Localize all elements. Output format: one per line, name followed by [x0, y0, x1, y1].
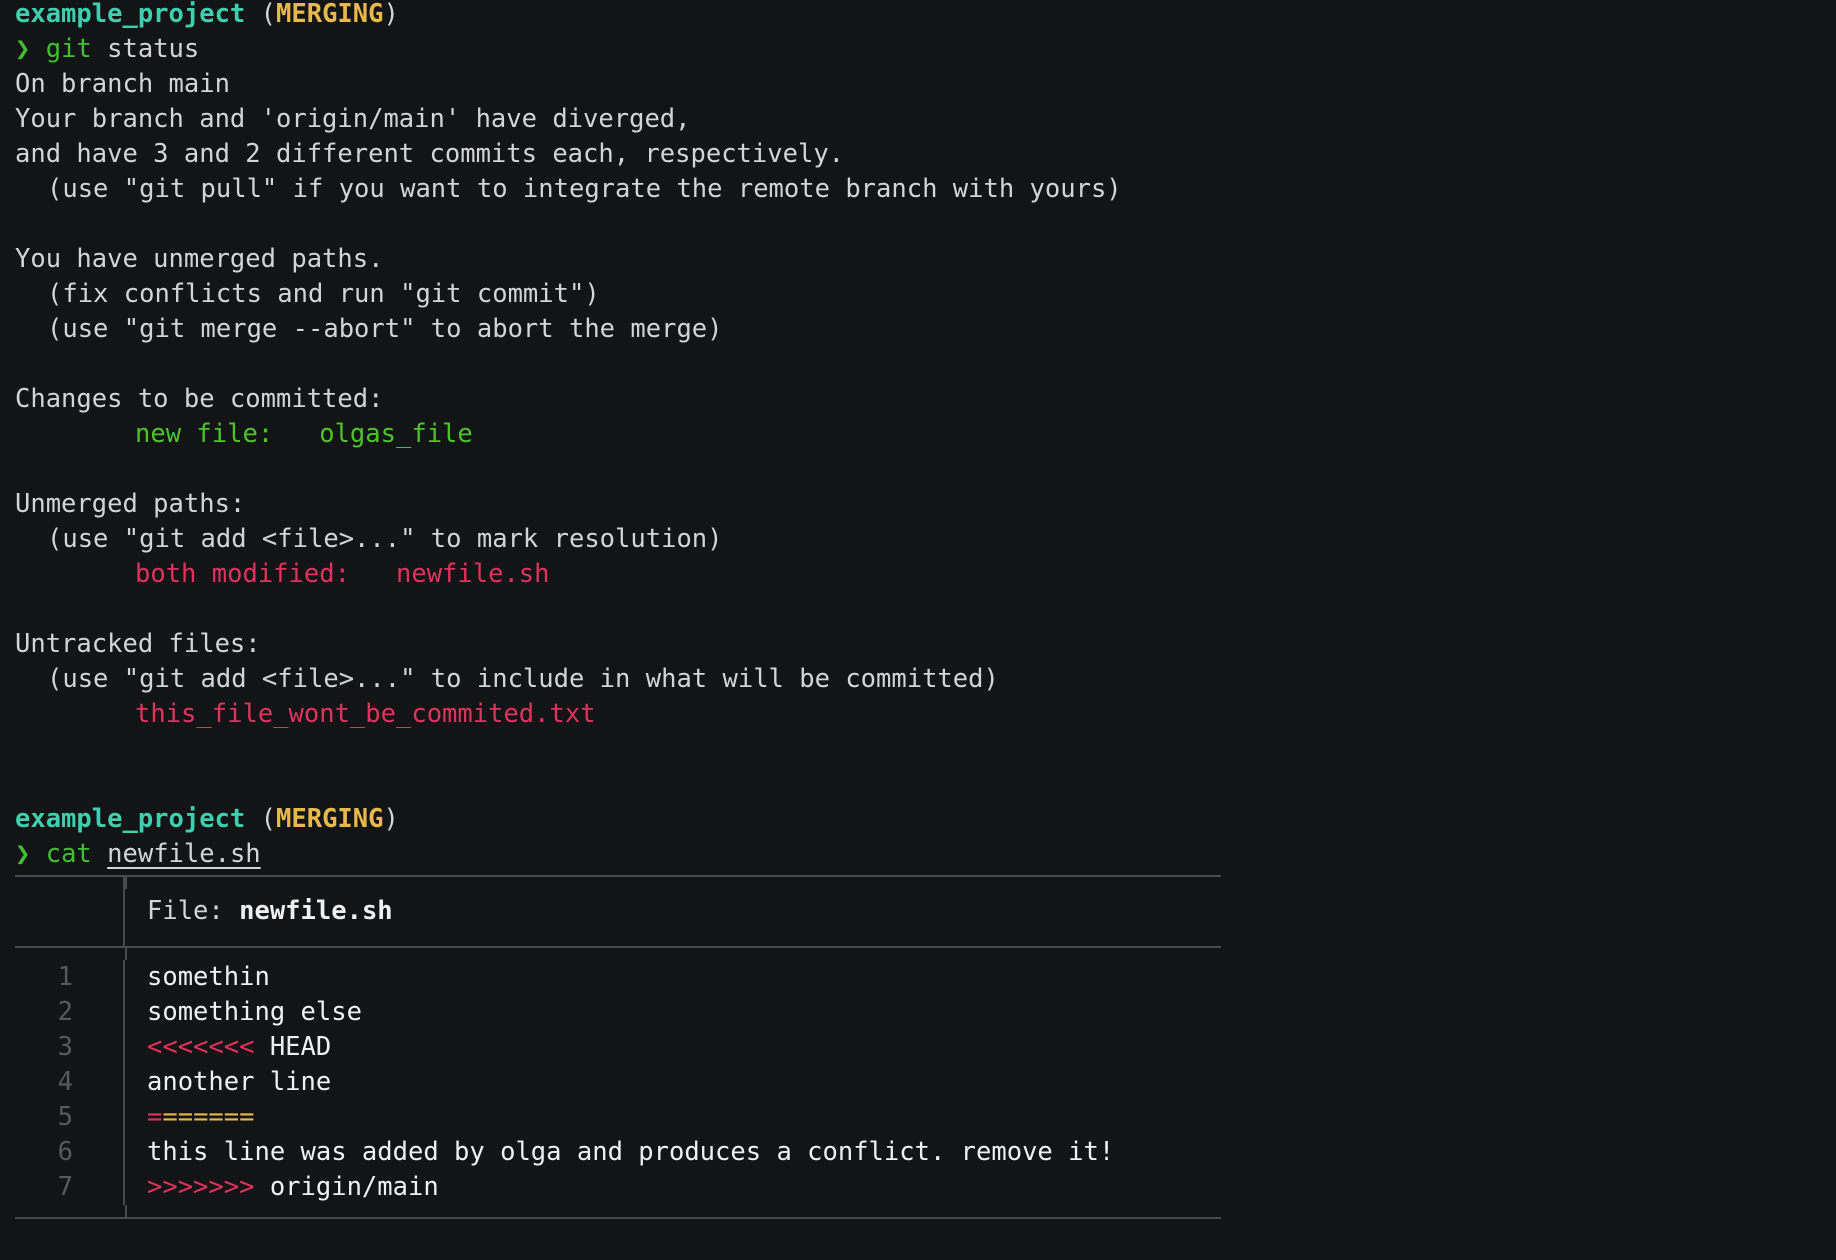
status-line: Your branch and 'origin/main' have diver…	[15, 104, 691, 134]
merge-state: MERGING	[276, 0, 384, 29]
line-number: 2	[15, 995, 125, 1030]
merge-state: MERGING	[276, 804, 384, 834]
paren-close: )	[383, 0, 399, 29]
command-name: cat	[45, 839, 92, 869]
line-number: 1	[15, 960, 125, 995]
section-header: Unmerged paths:	[15, 489, 246, 519]
project-name: example_project	[15, 0, 246, 29]
command-line: ❯ git status	[15, 35, 1825, 70]
file-viewer: File: newfile.sh 1 somethin 2 something …	[15, 875, 1221, 1219]
line-text: somethin	[147, 962, 270, 992]
line-text: something else	[147, 997, 362, 1027]
code-line: 6 this line was added by olga and produc…	[15, 1135, 1221, 1170]
status-line: On branch main	[15, 69, 230, 99]
code-line: 3 <<<<<<< HEAD	[15, 1030, 1221, 1065]
code-line: 1 somethin	[15, 960, 1221, 995]
command-name: git	[45, 34, 92, 64]
line-number: 5	[15, 1100, 125, 1135]
unmerged-file: both modified: newfile.sh	[135, 559, 550, 589]
conflict-marker-separator: ======	[162, 1102, 255, 1132]
line-number: 3	[15, 1030, 125, 1065]
status-hint: (use "git add <file>..." to mark resolut…	[47, 524, 723, 554]
status-line: You have unmerged paths.	[15, 244, 384, 274]
status-line: and have 3 and 2 different commits each,…	[15, 139, 845, 169]
line-number: 7	[15, 1170, 125, 1205]
status-hint: (use "git merge --abort" to abort the me…	[47, 314, 723, 344]
status-hint: (use "git pull" if you want to integrate…	[47, 174, 1122, 204]
line-text: another line	[147, 1067, 332, 1097]
prompt-chevron-icon: ❯	[15, 34, 31, 64]
conflict-marker-separator: =	[147, 1102, 163, 1132]
line-text: HEAD	[254, 1032, 332, 1062]
code-line: 2 something else	[15, 995, 1221, 1030]
line-number: 6	[15, 1135, 125, 1170]
line-text: origin/main	[254, 1172, 439, 1202]
section-header: Untracked files:	[15, 629, 261, 659]
status-hint: (fix conflicts and run "git commit")	[47, 279, 600, 309]
status-hint: (use "git add <file>..." to include in w…	[47, 664, 999, 694]
paren-open: (	[260, 804, 277, 834]
code-line: 5 =======	[15, 1100, 1221, 1135]
file-name: newfile.sh	[239, 896, 393, 926]
code-line: 7 >>>>>>> origin/main	[15, 1170, 1221, 1205]
untracked-file: this_file_wont_be_commited.txt	[135, 699, 596, 729]
paren-close: )	[383, 804, 399, 834]
project-name: example_project	[15, 804, 246, 834]
line-number: 4	[15, 1065, 125, 1100]
file-label: File:	[147, 896, 240, 926]
paren-open: (	[260, 0, 277, 29]
conflict-marker-start: <<<<<<<	[147, 1032, 255, 1062]
line-text: this line was added by olga and produces…	[147, 1137, 1115, 1167]
prompt-chevron-icon: ❯	[15, 839, 31, 869]
code-line: 4 another line	[15, 1065, 1221, 1100]
staged-file: new file: olgas_file	[135, 419, 473, 449]
divider	[15, 875, 1221, 889]
file-header: File: newfile.sh	[15, 877, 1221, 946]
divider	[15, 1217, 1221, 1219]
terminal-output: example_project (MERGING) ❯ git status O…	[15, 0, 1825, 1219]
prompt-line: example_project (MERGING)	[15, 0, 1825, 35]
conflict-marker-end: >>>>>>>	[147, 1172, 255, 1202]
prompt-line: example_project (MERGING)	[15, 805, 1825, 840]
command-args: status	[91, 34, 200, 64]
command-file-arg[interactable]: newfile.sh	[107, 839, 261, 869]
command-line: ❯ cat newfile.sh	[15, 840, 1825, 875]
section-header: Changes to be committed:	[15, 384, 384, 414]
